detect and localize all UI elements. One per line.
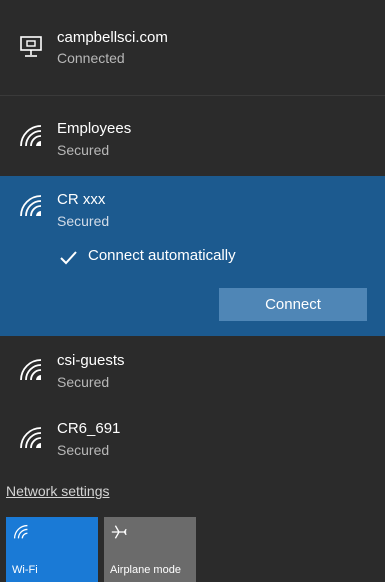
network-status: Secured: [57, 442, 110, 458]
connect-automatically-label: Connect automatically: [88, 247, 236, 264]
network-item-employees[interactable]: Employees Secured: [0, 104, 385, 174]
wifi-icon: [20, 427, 42, 449]
network-status: Secured: [57, 213, 110, 229]
network-name: csi-guests: [57, 352, 125, 369]
network-name: Employees: [57, 120, 132, 137]
wifi-icon: [20, 195, 42, 217]
network-name: campbellsci.com: [57, 29, 168, 46]
network-item-csi-guests[interactable]: csi-guests Secured: [0, 340, 385, 410]
wifi-icon: [20, 359, 42, 381]
connect-button[interactable]: Connect: [219, 288, 367, 321]
network-item-cr6-691[interactable]: CR6_691 Secured: [0, 410, 385, 480]
airplane-mode-toggle-tile[interactable]: Airplane mode: [104, 517, 196, 582]
network-name: CR6_691: [57, 420, 121, 437]
wifi-toggle-tile[interactable]: Wi-Fi: [6, 517, 98, 582]
connect-automatically-checkbox[interactable]: [58, 248, 78, 268]
network-settings-link[interactable]: Network settings: [6, 483, 109, 499]
network-name: CR xxx: [57, 191, 106, 208]
airplane-tile-label: Airplane mode: [110, 564, 181, 576]
divider: [0, 95, 385, 96]
network-status: Secured: [57, 142, 110, 158]
network-status: Connected: [57, 50, 125, 66]
wifi-tile-label: Wi-Fi: [12, 564, 38, 576]
wifi-icon: [13, 524, 28, 539]
network-item-campbellsci[interactable]: campbellsci.com Connected: [0, 0, 385, 88]
network-status: Secured: [57, 374, 110, 390]
airplane-icon: [111, 525, 127, 539]
wifi-icon: [20, 125, 42, 147]
ethernet-icon: [20, 36, 42, 57]
network-flyout: campbellsci.com Connected Employees Secu…: [0, 0, 385, 582]
